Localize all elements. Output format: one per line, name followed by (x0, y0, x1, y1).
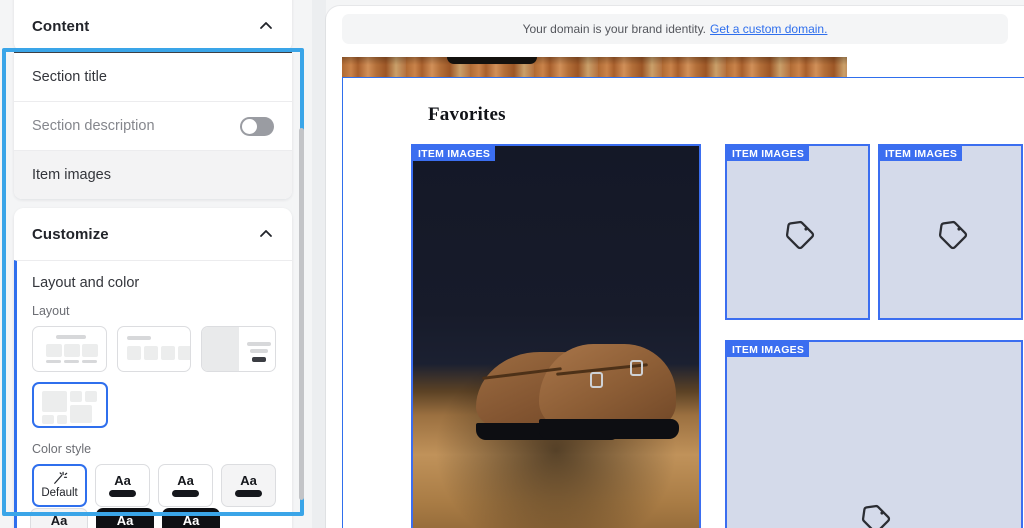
thumb-tile (82, 344, 98, 357)
shoe-buckle (590, 372, 603, 388)
thumb-tile (42, 391, 67, 412)
layout-option-split-feature[interactable] (201, 326, 276, 372)
sidebar-row-item-images[interactable]: Item images (14, 150, 292, 199)
tag-icon (859, 502, 893, 528)
content-section-title: Content (32, 18, 89, 35)
layout-option-grid-three-up[interactable] (32, 326, 107, 372)
color-style-option-style-3[interactable]: Aa (158, 464, 213, 507)
item-images-badge: ITEM IMAGES (727, 146, 809, 161)
layout-and-color-title: Layout and color (32, 275, 276, 291)
thumb-title-bar (127, 336, 151, 340)
editor-sidebar: Content Section title Section descriptio… (0, 0, 312, 528)
item-images-badge: ITEM IMAGES (413, 146, 495, 161)
layout-options (32, 326, 276, 372)
color-swatch-pill (109, 490, 136, 497)
item-card-featured-photo[interactable]: ITEM IMAGES (411, 144, 701, 528)
shoe-right (539, 344, 676, 431)
item-images-badge: ITEM IMAGES (880, 146, 962, 161)
thumb-tile (64, 344, 80, 357)
row-label: Section description (32, 118, 155, 134)
row-label: Section title (32, 69, 107, 85)
product-photo-shoes (413, 146, 699, 528)
color-style-option-style-2[interactable]: Aa (95, 464, 150, 507)
customize-section-card: Customize Layout and color Layout (14, 208, 292, 528)
item-card-placeholder-1[interactable]: ITEM IMAGES (725, 144, 870, 320)
layout-option-mosaic[interactable] (32, 382, 108, 428)
thumb-image-block (202, 327, 239, 371)
content-rows: Section title Section description Item i… (14, 52, 292, 199)
site-hero-image-strip (342, 57, 847, 77)
color-style-label: Aa (183, 513, 200, 528)
toggle-knob (242, 119, 257, 134)
sidebar-row-section-title[interactable]: Section title (14, 52, 292, 101)
thumb-button (252, 357, 266, 362)
thumb-tile (46, 344, 62, 357)
color-style-options-row-2: Aa Aa Aa (30, 508, 220, 528)
customize-section-header[interactable]: Customize (14, 208, 292, 260)
thumb-tile (178, 346, 192, 360)
page-builder-screen: Content Section title Section descriptio… (0, 0, 1024, 528)
thumb-caption (64, 360, 79, 363)
domain-banner-text: Your domain is your brand identity. (523, 22, 706, 36)
color-style-field-label: Color style (32, 442, 276, 456)
color-style-label: Aa (114, 474, 131, 487)
chevron-up-icon[interactable] (258, 18, 274, 34)
color-style-option-style-5[interactable]: Aa (30, 508, 88, 528)
magic-wand-icon (52, 471, 68, 485)
thumb-line (250, 349, 268, 353)
thumb-tile (70, 391, 82, 402)
color-style-option-style-7[interactable]: Aa (162, 508, 220, 528)
item-card-placeholder-3[interactable]: ITEM IMAGES (725, 340, 1023, 528)
site-canvas[interactable]: Favorites ITEM IMAGES ITEM IMAGES (342, 77, 1024, 528)
site-preview-panel: Your domain is your brand identity. Get … (326, 6, 1024, 528)
thumb-tile (42, 415, 54, 424)
color-style-label: Aa (117, 513, 134, 528)
thumb-tile (85, 391, 97, 402)
color-swatch-pill (172, 490, 199, 497)
sidebar-row-section-description[interactable]: Section description (14, 101, 292, 150)
sidebar-scroll-area: Content Section title Section descriptio… (0, 0, 312, 528)
color-style-options: Default Aa Aa Aa (32, 464, 276, 507)
color-style-option-style-6[interactable]: Aa (96, 508, 154, 528)
page-title: Favorites (428, 104, 506, 126)
color-swatch-pill (235, 490, 262, 497)
thumb-caption (46, 360, 61, 363)
domain-banner: Your domain is your brand identity. Get … (342, 14, 1008, 44)
customize-section-title: Customize (32, 226, 109, 243)
customize-body: Layout and color Layout (14, 260, 292, 528)
shoe-buckle (630, 360, 643, 376)
color-style-option-default[interactable]: Default (32, 464, 87, 507)
thumb-tile (127, 346, 141, 360)
tag-icon (936, 218, 970, 252)
chevron-up-icon[interactable] (258, 226, 274, 242)
color-style-label: Aa (51, 513, 68, 528)
item-images-badge: ITEM IMAGES (727, 342, 809, 357)
shoe-sole (539, 419, 679, 439)
layout-option-horizontal-scroll[interactable] (117, 326, 192, 372)
content-section-card: Content (14, 0, 292, 52)
section-description-toggle[interactable] (240, 117, 274, 136)
thumb-tile (161, 346, 175, 360)
hero-shadow (447, 57, 537, 64)
tag-icon (783, 218, 817, 252)
thumb-line (247, 342, 271, 346)
thumb-caption (82, 360, 97, 363)
color-style-label: Aa (240, 474, 257, 487)
thumb-title-bar (56, 335, 86, 339)
color-style-label: Aa (177, 474, 194, 487)
color-style-option-style-4[interactable]: Aa (221, 464, 276, 507)
thumb-tile (70, 405, 92, 423)
layout-field-label: Layout (32, 304, 276, 318)
layout-options-row-2 (32, 382, 276, 428)
color-style-label: Default (41, 488, 77, 500)
thumb-tile (144, 346, 158, 360)
get-custom-domain-link[interactable]: Get a custom domain. (710, 22, 827, 36)
sidebar-scrollbar[interactable] (299, 128, 304, 500)
content-section-header[interactable]: Content (14, 0, 292, 52)
item-card-placeholder-2[interactable]: ITEM IMAGES (878, 144, 1023, 320)
row-label: Item images (32, 167, 111, 183)
sidebar-preview-divider (312, 0, 326, 528)
thumb-tile (57, 415, 67, 424)
